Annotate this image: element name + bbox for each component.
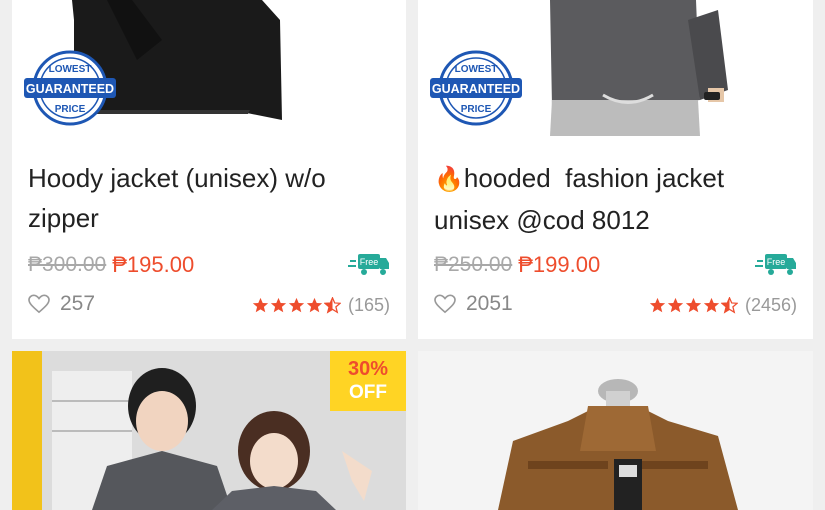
product-title[interactable]: 🔥hooded fashion jacket unisex @cod 8012 xyxy=(434,158,794,240)
badge-bottom-text: PRICE xyxy=(461,104,492,115)
lowest-price-badge-icon: GUARANTEED LOWEST PRICE xyxy=(24,50,116,126)
price-row: ₱300.00 ₱195.00 xyxy=(28,250,194,280)
half-star-icon xyxy=(720,297,738,314)
product-title-text: Hoody jacket (unisex) w/o zipper xyxy=(28,163,326,233)
star-icon xyxy=(288,297,305,313)
star-icon xyxy=(667,297,684,313)
like-button[interactable]: 257 xyxy=(28,292,95,316)
product-card-3[interactable]: 30% OFF xyxy=(12,351,406,510)
product-card-2[interactable]: GUARANTEED LOWEST PRICE 🔥hooded fashion … xyxy=(418,0,813,339)
star-icon xyxy=(649,297,666,313)
product-image[interactable]: GUARANTEED LOWEST PRICE xyxy=(418,0,813,136)
fire-emoji: 🔥 xyxy=(434,166,464,193)
sale-price: ₱199.00 xyxy=(518,252,601,277)
discount-off-label: OFF xyxy=(349,382,387,403)
badge-mid-text: GUARANTEED xyxy=(26,82,114,96)
discount-badge: 30% OFF xyxy=(330,351,406,411)
badge-bottom-text: PRICE xyxy=(55,104,86,115)
star-icon xyxy=(306,297,323,313)
like-count: 257 xyxy=(60,292,96,315)
like-count: 2051 xyxy=(466,292,513,315)
star-icon xyxy=(252,297,269,313)
lowest-price-badge-icon: GUARANTEED LOWEST PRICE xyxy=(430,50,522,126)
product-card-4[interactable] xyxy=(418,351,813,510)
rating-count: (2456) xyxy=(744,295,797,315)
product-title[interactable]: Hoody jacket (unisex) w/o zipper xyxy=(28,158,388,238)
free-label: Free xyxy=(767,257,786,267)
discount-percent: 30% xyxy=(347,358,389,380)
like-button[interactable]: 2051 xyxy=(434,292,513,316)
original-price: ₱300.00 xyxy=(28,253,107,276)
star-icon xyxy=(703,297,720,313)
star-rating xyxy=(252,297,342,314)
free-label: Free xyxy=(360,257,379,267)
badge-mid-text: GUARANTEED xyxy=(432,82,520,96)
free-shipping-truck-icon: Free xyxy=(755,252,797,278)
badge-top-text: LOWEST xyxy=(455,64,498,75)
half-star-icon xyxy=(323,297,341,314)
heart-icon xyxy=(434,294,456,314)
star-icon xyxy=(270,297,287,313)
sale-price: ₱195.00 xyxy=(112,252,195,277)
original-price: ₱250.00 xyxy=(434,253,513,276)
rating: (165) xyxy=(252,295,390,316)
product-card-1[interactable]: GUARANTEED LOWEST PRICE Hoody jacket (un… xyxy=(12,0,406,339)
price-row: ₱250.00 ₱199.00 xyxy=(434,250,600,280)
product-title-text: hooded fashion jacket unisex @cod 8012 xyxy=(434,163,732,235)
rating-count: (165) xyxy=(347,295,390,315)
heart-icon xyxy=(28,294,50,314)
product-image[interactable] xyxy=(418,351,813,510)
product-image[interactable]: GUARANTEED LOWEST PRICE xyxy=(12,0,406,136)
badge-top-text: LOWEST xyxy=(49,64,92,75)
rating: (2456) xyxy=(649,295,797,316)
free-shipping-truck-icon: Free xyxy=(348,252,390,278)
star-icon xyxy=(685,297,702,313)
star-rating xyxy=(649,297,739,314)
